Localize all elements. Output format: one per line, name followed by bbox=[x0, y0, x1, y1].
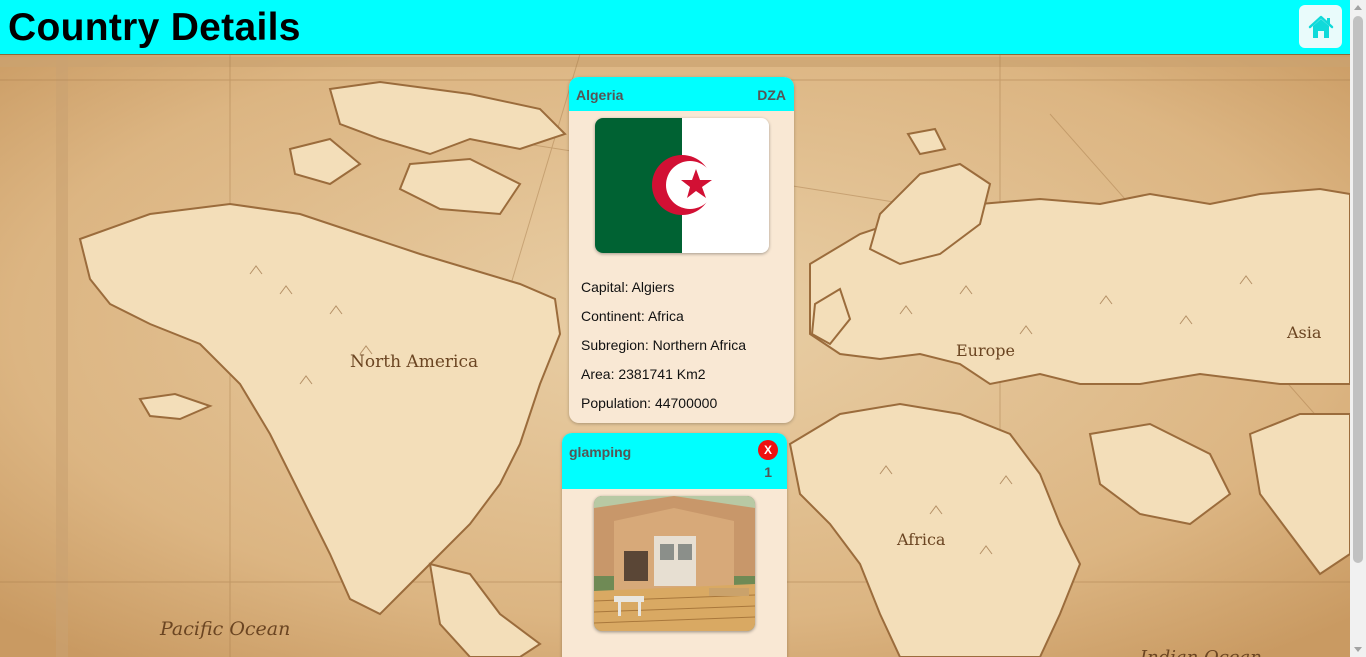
home-button[interactable] bbox=[1299, 5, 1342, 48]
activity-name: glamping bbox=[569, 444, 632, 460]
country-card: Algeria DZA Capital: Algiers Continent: … bbox=[569, 77, 794, 423]
country-name: Algeria bbox=[576, 87, 624, 103]
scroll-up-arrow-icon[interactable] bbox=[1354, 5, 1362, 10]
map-label-pacific-ocean: Pacific Ocean bbox=[159, 618, 290, 640]
country-area: Area: 2381741 Km2 bbox=[581, 366, 706, 382]
country-card-header: Algeria DZA bbox=[569, 77, 794, 111]
scrollbar-thumb[interactable] bbox=[1353, 16, 1363, 563]
country-capital: Capital: Algiers bbox=[581, 279, 675, 295]
country-flag bbox=[595, 118, 769, 253]
map-label-indian-ocean: Indian Ocean bbox=[1139, 647, 1262, 657]
vertical-scrollbar[interactable] bbox=[1350, 0, 1366, 657]
app-header: Country Details bbox=[0, 0, 1350, 55]
map-label-europe: Europe bbox=[956, 341, 1015, 360]
country-info-list: Capital: Algiers Continent: Africa Subre… bbox=[581, 276, 746, 421]
map-label-africa: Africa bbox=[896, 530, 946, 549]
activity-card: glamping X 1 bbox=[562, 433, 787, 657]
map-label-north-america: North America bbox=[350, 352, 478, 372]
scroll-down-arrow-icon[interactable] bbox=[1354, 647, 1362, 652]
activity-image bbox=[594, 496, 755, 631]
activity-card-header: glamping X 1 bbox=[562, 433, 787, 489]
country-subregion: Subregion: Northern Africa bbox=[581, 337, 746, 353]
home-icon bbox=[1308, 15, 1333, 38]
country-population: Population: 44700000 bbox=[581, 395, 718, 411]
delete-activity-button[interactable]: X bbox=[758, 440, 778, 460]
page-title: Country Details bbox=[8, 6, 301, 49]
activity-count: 1 bbox=[764, 464, 772, 480]
map-label-asia: Asia bbox=[1286, 323, 1322, 342]
country-continent: Continent: Africa bbox=[581, 308, 684, 324]
country-code: DZA bbox=[757, 87, 786, 103]
